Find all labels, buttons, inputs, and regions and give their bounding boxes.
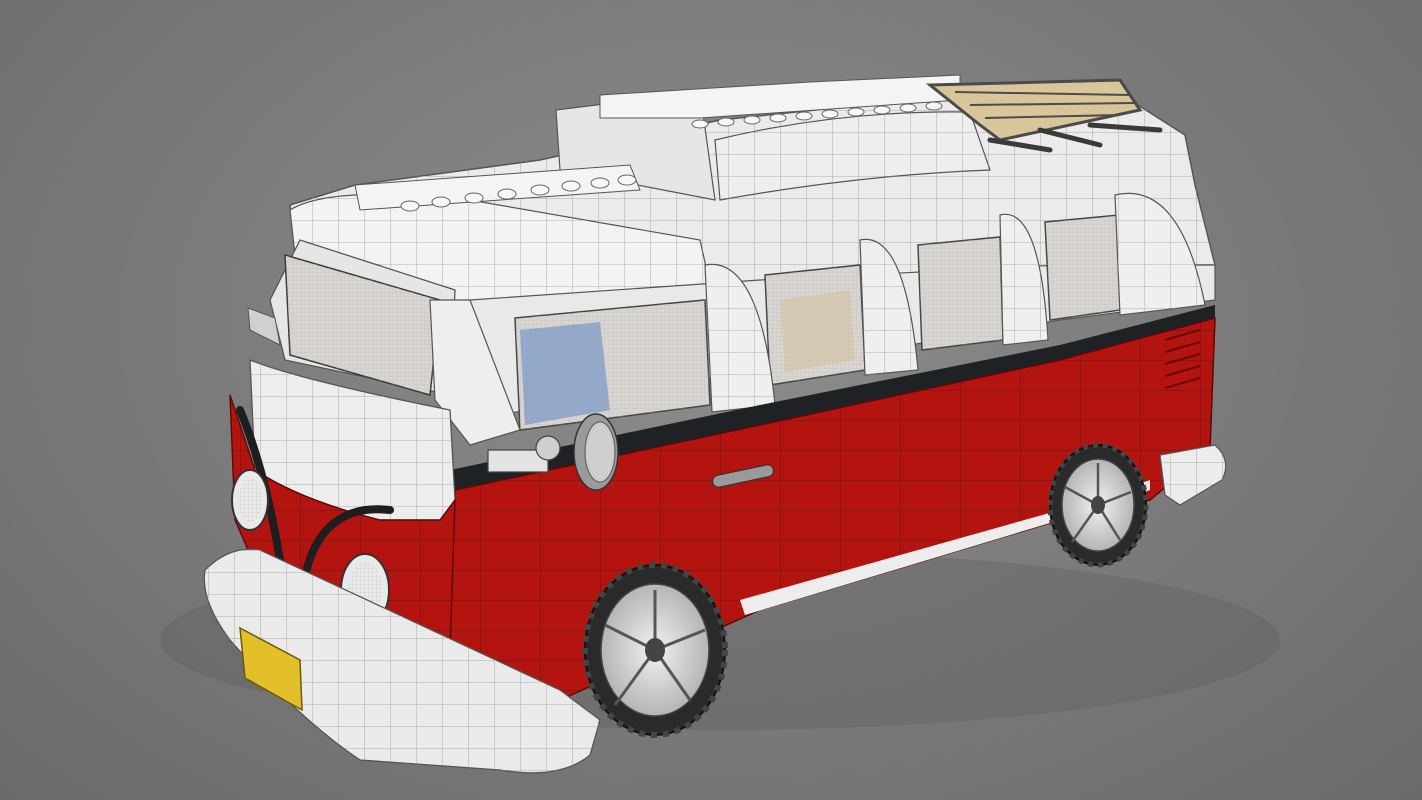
3d-viewport[interactable] [0, 0, 1422, 800]
van-model [160, 74, 1280, 774]
rear-bumper [1159, 444, 1227, 506]
